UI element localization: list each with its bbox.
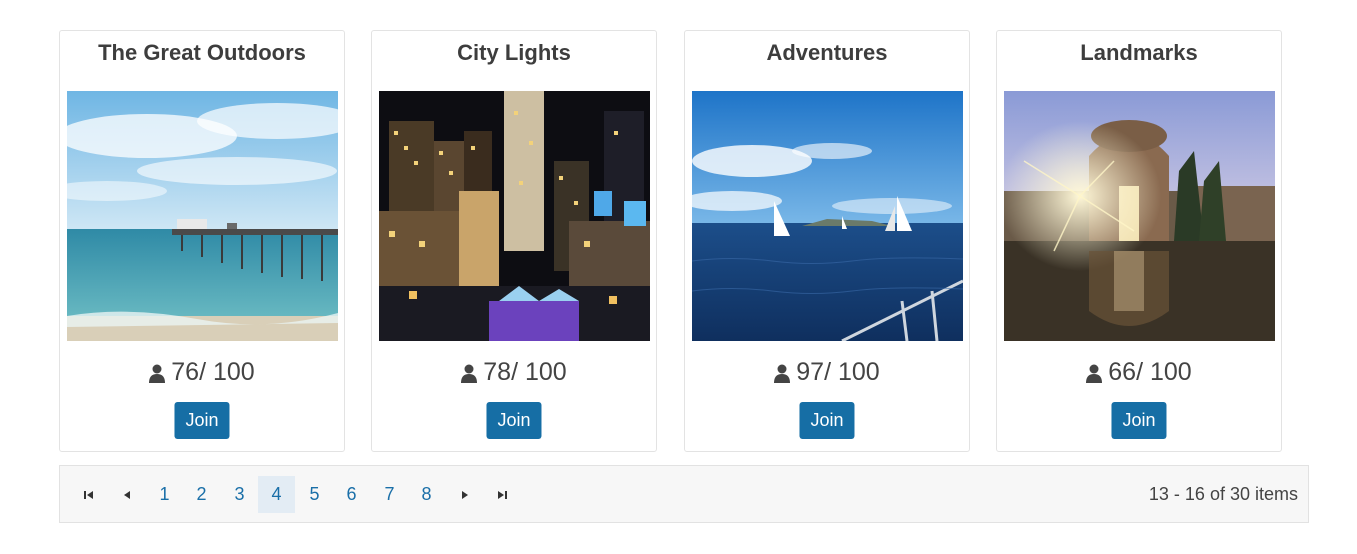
page-8-button[interactable]: 8 bbox=[408, 476, 445, 513]
first-page-icon bbox=[83, 490, 93, 499]
event-card-great-outdoors: The Great Outdoors 76/ 100 Join bbox=[59, 30, 345, 452]
attendee-capacity: / 100 bbox=[1136, 358, 1192, 386]
page-3-button[interactable]: 3 bbox=[221, 476, 258, 513]
page-5-button[interactable]: 5 bbox=[296, 476, 333, 513]
page-7-button[interactable]: 7 bbox=[371, 476, 408, 513]
event-card-adventures: Adventures 97/ 100 Join bbox=[684, 30, 970, 452]
capacity-indicator: 97/ 100 bbox=[685, 358, 969, 390]
first-page-button[interactable] bbox=[70, 476, 107, 513]
prev-page-button[interactable] bbox=[108, 476, 145, 513]
attendee-capacity: / 100 bbox=[511, 358, 567, 386]
person-icon bbox=[461, 361, 478, 390]
last-page-button[interactable] bbox=[483, 476, 520, 513]
pier-image bbox=[67, 91, 338, 341]
event-card-landmarks: Landmarks 66/ 100 Join bbox=[996, 30, 1282, 452]
last-page-icon bbox=[497, 490, 507, 499]
attendee-capacity: / 100 bbox=[824, 358, 880, 386]
pager: 1 2 3 4 5 6 7 8 13 - 16 of 30 items bbox=[59, 465, 1309, 523]
person-icon bbox=[774, 361, 791, 390]
join-button[interactable]: Join bbox=[486, 402, 542, 439]
attendee-count: 76 bbox=[171, 358, 200, 386]
person-icon bbox=[1086, 361, 1103, 390]
page-2-button[interactable]: 2 bbox=[183, 476, 220, 513]
card-title: Adventures bbox=[766, 40, 888, 65]
join-button[interactable]: Join bbox=[799, 402, 855, 439]
page-4-button[interactable]: 4 bbox=[258, 476, 295, 513]
attendee-count: 66 bbox=[1108, 358, 1137, 386]
attendee-capacity: / 100 bbox=[199, 358, 255, 386]
attendee-count: 78 bbox=[483, 358, 512, 386]
page-1-button[interactable]: 1 bbox=[146, 476, 183, 513]
card-title: Landmarks bbox=[1080, 40, 1198, 65]
sailboats-image bbox=[692, 91, 963, 341]
next-page-icon bbox=[461, 490, 468, 499]
prev-page-icon bbox=[123, 490, 130, 499]
city-night-image bbox=[379, 91, 650, 341]
join-button[interactable]: Join bbox=[1111, 402, 1167, 439]
capacity-indicator: 76/ 100 bbox=[60, 358, 344, 390]
capacity-indicator: 66/ 100 bbox=[997, 358, 1281, 390]
next-page-button[interactable] bbox=[446, 476, 483, 513]
page-6-button[interactable]: 6 bbox=[333, 476, 370, 513]
capacity-indicator: 78/ 100 bbox=[372, 358, 656, 390]
palace-image bbox=[1004, 91, 1275, 341]
attendee-count: 97 bbox=[796, 358, 825, 386]
card-title: City Lights bbox=[457, 40, 571, 65]
join-button[interactable]: Join bbox=[174, 402, 230, 439]
event-card-city-lights: City Lights 78/ 100 Join bbox=[371, 30, 657, 452]
person-icon bbox=[149, 361, 166, 390]
pager-info: 13 - 16 of 30 items bbox=[1148, 484, 1298, 504]
card-title: The Great Outdoors bbox=[98, 40, 306, 65]
